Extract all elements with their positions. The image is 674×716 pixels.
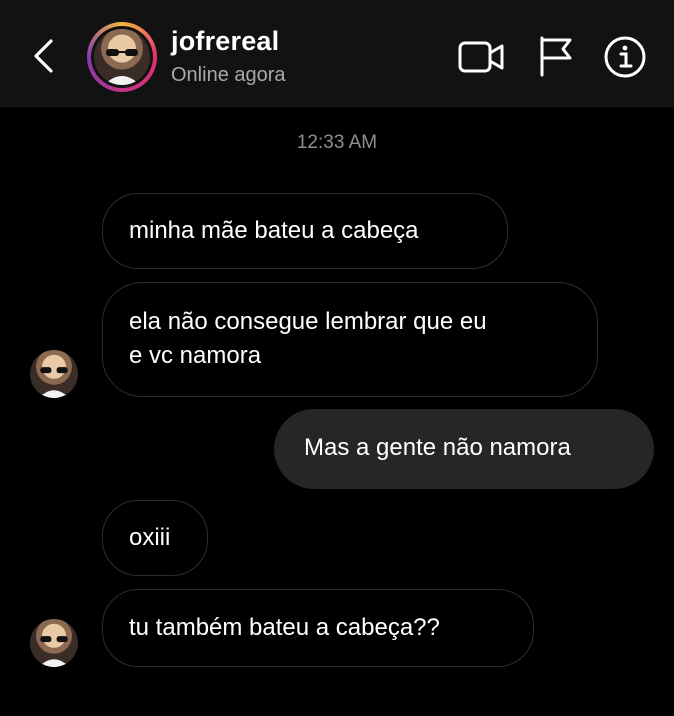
sender-avatar[interactable] bbox=[30, 350, 78, 398]
avatar-photo bbox=[94, 29, 150, 85]
message-timestamp: 12:33 AM bbox=[296, 132, 378, 153]
flag-icon bbox=[540, 36, 572, 77]
back-button[interactable] bbox=[26, 36, 60, 76]
info-icon bbox=[604, 36, 646, 78]
chat-username[interactable]: jofrereal bbox=[171, 26, 279, 57]
profile-avatar[interactable] bbox=[87, 22, 157, 92]
report-button[interactable] bbox=[536, 34, 576, 78]
chevron-left-icon bbox=[34, 39, 53, 73]
received-message[interactable]: oxiii bbox=[102, 500, 208, 576]
online-status: Online agora bbox=[171, 64, 286, 86]
received-message[interactable]: ela não consegue lembrar que eu e vc nam… bbox=[102, 282, 598, 397]
received-message[interactable]: minha mãe bateu a cabeça bbox=[102, 193, 508, 269]
info-button[interactable] bbox=[602, 34, 648, 80]
chat-header: jofrereal Online agora bbox=[0, 0, 674, 107]
received-message[interactable]: tu também bateu a cabeça?? bbox=[102, 589, 534, 667]
video-call-button[interactable] bbox=[458, 38, 506, 76]
video-camera-icon bbox=[458, 41, 504, 73]
sent-message[interactable]: Mas a gente não namora bbox=[274, 409, 654, 489]
sender-avatar[interactable] bbox=[30, 619, 78, 667]
message-text: ela não consegue lembrar que eu e vc nam… bbox=[129, 308, 487, 369]
